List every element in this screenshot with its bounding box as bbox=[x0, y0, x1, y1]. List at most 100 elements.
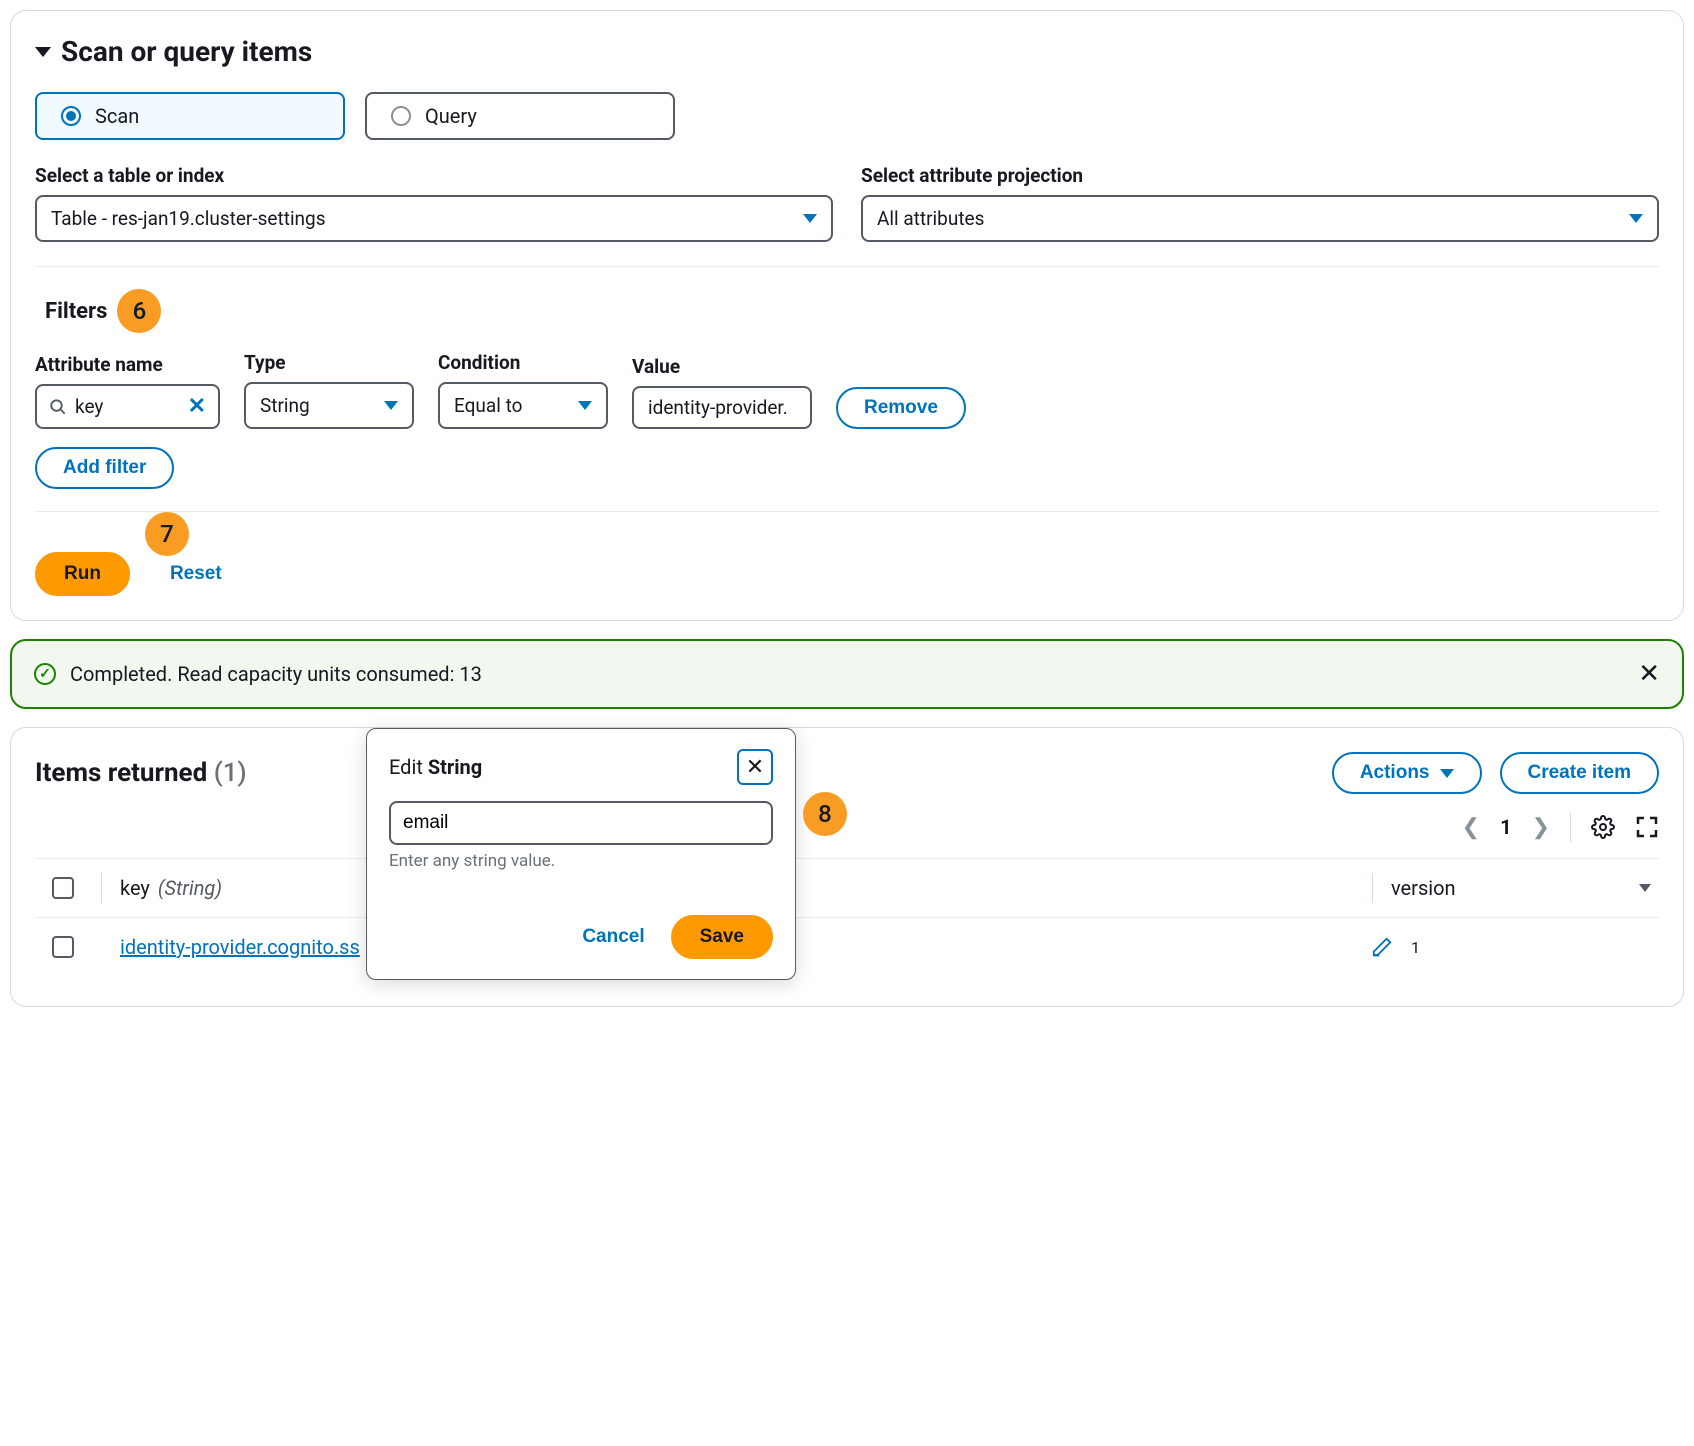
filters-header[interactable]: Filters 6 bbox=[35, 289, 1659, 333]
divider bbox=[35, 511, 1659, 512]
projection-select-field: Select attribute projection All attribut… bbox=[861, 164, 1659, 242]
scan-query-header[interactable]: Scan or query items bbox=[35, 35, 1659, 68]
popup-button-row: Cancel Save bbox=[389, 915, 773, 959]
value-input[interactable]: identity-provider. bbox=[632, 386, 812, 429]
run-row: 7 Run Reset bbox=[35, 534, 1659, 596]
chevron-down-icon bbox=[1629, 214, 1643, 223]
type-field: Type String bbox=[244, 351, 414, 429]
version-value: 1 bbox=[1411, 938, 1420, 957]
scan-query-panel: Scan or query items Scan Query Select a … bbox=[10, 10, 1684, 621]
sort-icon bbox=[1639, 884, 1651, 892]
actions-dropdown[interactable]: Actions bbox=[1332, 752, 1482, 794]
attribute-name-input[interactable]: key ✕ bbox=[35, 384, 220, 429]
gear-icon[interactable] bbox=[1591, 815, 1615, 839]
projection-select-label: Select attribute projection bbox=[861, 164, 1659, 187]
table-select-label: Select a table or index bbox=[35, 164, 833, 187]
annotation-badge-6: 6 bbox=[117, 289, 161, 333]
type-value: String bbox=[260, 394, 310, 417]
radio-icon bbox=[61, 106, 81, 126]
attribute-name-value: key bbox=[75, 395, 180, 418]
expand-icon[interactable] bbox=[1635, 815, 1659, 839]
scan-radio[interactable]: Scan bbox=[35, 92, 345, 140]
edit-string-popup: Edit String ✕ Enter any string value. Ca… bbox=[366, 728, 796, 980]
caret-down-icon bbox=[35, 47, 51, 57]
select-all-checkbox[interactable] bbox=[52, 877, 74, 899]
row-select-cell bbox=[43, 936, 83, 958]
value-field: Value identity-provider. bbox=[632, 355, 812, 429]
table-row: identity-provider.cognito.ss 1 bbox=[35, 918, 1659, 976]
attribute-name-field: Attribute name key ✕ bbox=[35, 353, 220, 429]
query-radio-label: Query bbox=[425, 104, 477, 128]
cancel-button[interactable]: Cancel bbox=[582, 926, 644, 948]
actions-label: Actions bbox=[1360, 762, 1430, 784]
pencil-icon[interactable] bbox=[1371, 936, 1393, 958]
remove-filter-button[interactable]: Remove bbox=[836, 387, 966, 429]
success-alert: ✓ Completed. Read capacity units consume… bbox=[10, 639, 1684, 709]
run-button[interactable]: Run bbox=[35, 552, 130, 596]
type-select[interactable]: String bbox=[244, 382, 414, 429]
radio-icon bbox=[391, 106, 411, 126]
items-count: (1) bbox=[214, 758, 247, 788]
value-label: Value bbox=[632, 355, 812, 378]
edit-cell bbox=[1333, 936, 1393, 958]
projection-select[interactable]: All attributes bbox=[861, 195, 1659, 242]
key-column-label: key bbox=[120, 876, 150, 900]
condition-value: Equal to bbox=[454, 394, 522, 417]
popup-title: Edit String bbox=[389, 755, 482, 779]
condition-field: Condition Equal to bbox=[438, 351, 608, 429]
key-column-type: (String) bbox=[158, 876, 222, 900]
table-header: key (String) version bbox=[35, 858, 1659, 918]
table-select[interactable]: Table - res-jan19.cluster-settings bbox=[35, 195, 833, 242]
items-title: Items returned (1) bbox=[35, 758, 247, 788]
chevron-down-icon bbox=[384, 401, 398, 410]
condition-select[interactable]: Equal to bbox=[438, 382, 608, 429]
version-column-label: version bbox=[1391, 876, 1456, 900]
projection-select-value: All attributes bbox=[877, 207, 984, 230]
close-icon[interactable]: ✕ bbox=[737, 749, 773, 785]
popup-header: Edit String ✕ bbox=[389, 749, 773, 785]
chevron-down-icon bbox=[578, 401, 592, 410]
select-row: Select a table or index Table - res-jan1… bbox=[35, 164, 1659, 242]
filter-row: Attribute name key ✕ Type String Conditi… bbox=[35, 351, 1659, 429]
chevron-down-icon bbox=[1440, 769, 1454, 778]
reset-button[interactable]: Reset bbox=[170, 563, 222, 585]
items-header-row: Items returned (1) Actions Create item bbox=[35, 752, 1659, 794]
divider bbox=[1570, 812, 1571, 842]
save-button[interactable]: Save bbox=[671, 915, 773, 959]
condition-label: Condition bbox=[438, 351, 608, 374]
divider bbox=[101, 873, 102, 903]
edit-label: Edit bbox=[389, 755, 423, 779]
type-label: Type bbox=[244, 351, 414, 374]
divider bbox=[1372, 873, 1373, 903]
items-title-text: Items returned bbox=[35, 758, 207, 788]
check-circle-icon: ✓ bbox=[34, 663, 56, 685]
query-radio[interactable]: Query bbox=[365, 92, 675, 140]
version-cell: 1 bbox=[1411, 938, 1651, 957]
pager-row: ❮ 1 ❯ bbox=[35, 812, 1659, 842]
create-item-button[interactable]: Create item bbox=[1500, 752, 1660, 794]
items-returned-panel: Items returned (1) Actions Create item ❮… bbox=[10, 727, 1684, 1007]
scan-query-title: Scan or query items bbox=[61, 35, 312, 68]
version-column-header[interactable]: version bbox=[1391, 876, 1651, 900]
add-filter-button[interactable]: Add filter bbox=[35, 447, 174, 489]
annotation-badge-8: 8 bbox=[803, 792, 847, 836]
header-actions: Actions Create item bbox=[1332, 752, 1659, 794]
prev-page-button[interactable]: ❮ bbox=[1462, 815, 1480, 840]
edit-type-label: String bbox=[428, 755, 482, 779]
select-all-cell bbox=[43, 877, 83, 899]
clear-icon[interactable]: ✕ bbox=[188, 394, 206, 419]
edit-value-input[interactable] bbox=[389, 801, 773, 845]
alert-text: Completed. Read capacity units consumed:… bbox=[70, 662, 1624, 686]
scan-radio-label: Scan bbox=[95, 104, 139, 128]
close-icon[interactable]: ✕ bbox=[1638, 659, 1660, 689]
scan-query-mode: Scan Query bbox=[35, 92, 1659, 140]
value-value: identity-provider. bbox=[648, 396, 788, 419]
next-page-button[interactable]: ❯ bbox=[1532, 815, 1550, 840]
edit-help-text: Enter any string value. bbox=[389, 851, 773, 871]
row-checkbox[interactable] bbox=[52, 936, 74, 958]
table-select-value: Table - res-jan19.cluster-settings bbox=[51, 207, 326, 230]
divider bbox=[35, 266, 1659, 267]
attribute-name-label: Attribute name bbox=[35, 353, 220, 376]
page-number: 1 bbox=[1500, 815, 1511, 839]
chevron-down-icon bbox=[803, 214, 817, 223]
